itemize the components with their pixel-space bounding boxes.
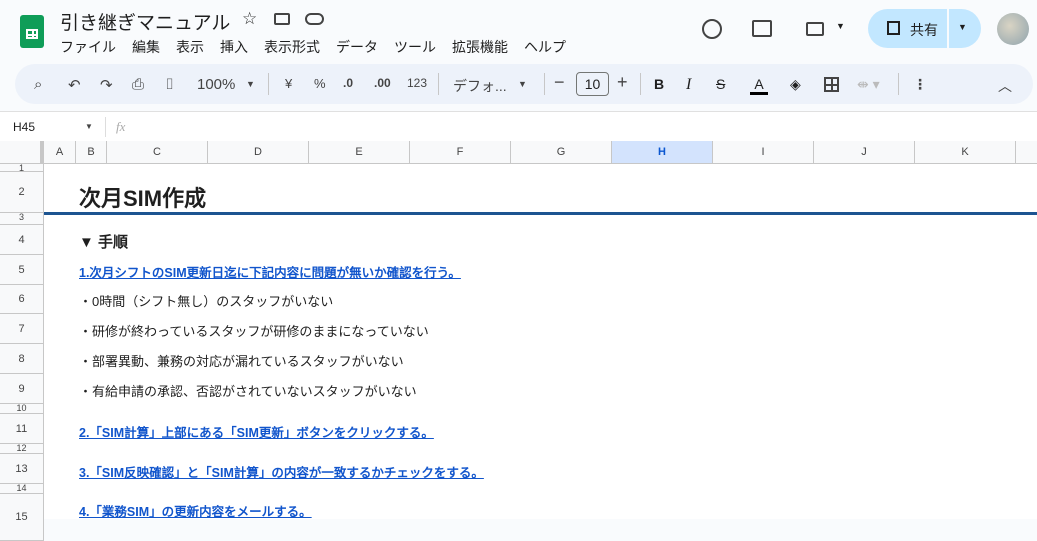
check-item-1: ・0時間（シフト無し）のスタッフがいない xyxy=(79,294,334,309)
column-header-j[interactable]: J xyxy=(814,141,915,164)
strikethrough-button[interactable]: S xyxy=(716,76,725,92)
text-color-button[interactable]: A xyxy=(750,76,768,95)
column-header-f[interactable]: F xyxy=(410,141,511,164)
redo-icon[interactable]: ↷ xyxy=(100,76,113,94)
sheet-heading: 次月SIM作成 xyxy=(79,186,207,211)
row-header-15[interactable]: 15 xyxy=(0,494,44,541)
row-header-3[interactable]: 3 xyxy=(0,213,44,225)
menu-tools[interactable]: ツール xyxy=(394,37,436,57)
menu-format[interactable]: 表示形式 xyxy=(264,37,320,57)
comments-icon[interactable] xyxy=(752,20,772,37)
row-header-9[interactable]: 9 xyxy=(0,374,44,404)
column-header-k[interactable]: K xyxy=(915,141,1016,164)
share-button[interactable]: 共有 ▼ xyxy=(868,9,981,48)
font-dropdown-icon[interactable]: ▼ xyxy=(518,79,527,89)
bold-button[interactable]: B xyxy=(654,76,664,92)
zoom-dropdown-icon[interactable]: ▼ xyxy=(246,79,255,89)
share-dropdown-icon[interactable]: ▼ xyxy=(958,22,967,32)
row-header-13[interactable]: 13 xyxy=(0,454,44,484)
borders-icon[interactable] xyxy=(824,77,839,92)
merge-cells-icon[interactable]: ⇼ ▾ xyxy=(857,76,880,93)
share-label: 共有 xyxy=(910,22,938,38)
menu-insert[interactable]: 挿入 xyxy=(220,37,248,57)
undo-icon[interactable]: ↶ xyxy=(68,76,81,94)
column-header-a[interactable]: A xyxy=(44,141,76,164)
meet-dropdown-icon[interactable]: ▼ xyxy=(836,21,845,31)
menu-edit[interactable]: 編集 xyxy=(132,37,160,57)
increase-font-size-button[interactable]: + xyxy=(617,72,628,93)
column-header-d[interactable]: D xyxy=(208,141,309,164)
select-all-corner[interactable] xyxy=(0,141,44,164)
font-select[interactable]: デフォ... xyxy=(453,76,507,96)
menu-view[interactable]: 表示 xyxy=(176,37,204,57)
fill-color-icon[interactable]: ◈ xyxy=(790,76,801,93)
column-header-h[interactable]: H xyxy=(612,141,713,164)
print-icon[interactable]: ⎙ xyxy=(132,76,144,93)
column-header-b[interactable]: B xyxy=(76,141,107,164)
paint-format-icon[interactable]: ⌷ xyxy=(165,76,174,93)
font-size-input[interactable]: 10 xyxy=(576,72,609,96)
menu-extensions[interactable]: 拡張機能 xyxy=(452,37,508,57)
column-header-i[interactable]: I xyxy=(713,141,814,164)
formula-bar: H45 ▼ fx xyxy=(0,111,1037,141)
column-header-e[interactable]: E xyxy=(309,141,410,164)
column-header-c[interactable]: C xyxy=(107,141,208,164)
sheets-logo[interactable] xyxy=(20,15,44,48)
fx-icon: fx xyxy=(116,119,126,134)
menu-data[interactable]: データ xyxy=(336,37,378,57)
formula-input[interactable] xyxy=(140,117,1030,137)
step-2-link[interactable]: 2.「SIM計算」上部にある「SIM更新」ボタンをクリックする。 xyxy=(79,422,434,441)
percent-format-button[interactable]: % xyxy=(314,76,326,91)
decrease-decimal-button[interactable]: .0 xyxy=(343,76,353,90)
menu-file[interactable]: ファイル xyxy=(60,37,116,57)
cloud-status-icon[interactable] xyxy=(305,13,324,25)
move-folder-icon[interactable] xyxy=(274,13,290,25)
row-header-7[interactable]: 7 xyxy=(0,314,44,344)
column-header-g[interactable]: G xyxy=(511,141,612,164)
row-header-10[interactable]: 10 xyxy=(0,404,44,414)
check-item-4: ・有給申請の承認、否認がされていないスタッフがいない xyxy=(79,384,417,399)
search-menus-icon[interactable]: ⌕ xyxy=(34,76,42,93)
italic-button[interactable]: I xyxy=(686,76,691,94)
menu-bar: ファイル 編集 表示 挿入 表示形式 データ ツール 拡張機能 ヘルプ xyxy=(60,37,582,57)
more-options-icon[interactable]: ⋮ xyxy=(913,76,927,93)
menu-help[interactable]: ヘルプ xyxy=(524,37,566,57)
column-header-l[interactable] xyxy=(1016,141,1037,164)
account-avatar[interactable] xyxy=(997,13,1029,45)
step-3-link[interactable]: 3.「SIM反映確認」と「SIM計算」の内容が一致するかチェックをする。 xyxy=(79,462,484,481)
check-item-3: ・部署異動、兼務の対応が漏れているスタッフがいない xyxy=(79,354,404,369)
step-1-link[interactable]: 1.次月シフトのSIM更新日迄に下記内容に問題が無いか確認を行う。 xyxy=(79,262,461,281)
currency-format-button[interactable]: ¥ xyxy=(285,76,292,91)
star-icon[interactable]: ☆ xyxy=(242,9,257,29)
zoom-select[interactable]: 100% xyxy=(197,76,235,93)
row-header-2[interactable]: 2 xyxy=(0,172,44,213)
meet-icon[interactable] xyxy=(806,22,824,36)
row-header-1[interactable]: 1 xyxy=(0,164,44,173)
row-header-12[interactable]: 12 xyxy=(0,444,44,454)
document-title[interactable]: 引き継ぎマニュアル xyxy=(60,8,230,35)
history-icon[interactable] xyxy=(702,19,722,39)
row-header-8[interactable]: 8 xyxy=(0,344,44,374)
decrease-font-size-button[interactable]: − xyxy=(554,72,565,93)
row-header-14[interactable]: 14 xyxy=(0,484,44,494)
row-header-5[interactable]: 5 xyxy=(0,255,44,285)
number-format-button[interactable]: 123 xyxy=(407,76,427,90)
building-icon xyxy=(887,21,900,35)
increase-decimal-button[interactable]: .00 xyxy=(374,76,391,90)
check-item-2: ・研修が終わっているスタッフが研修のままになっていない xyxy=(79,324,429,339)
section-heading: ▼ 手順 xyxy=(79,234,129,251)
row-header-6[interactable]: 6 xyxy=(0,285,44,314)
collapse-toolbar-icon[interactable]: ︿ xyxy=(998,76,1012,96)
name-box-dropdown-icon[interactable]: ▼ xyxy=(85,122,93,131)
name-box[interactable]: H45 xyxy=(13,120,35,134)
row-header-4[interactable]: 4 xyxy=(0,225,44,255)
step-4-link[interactable]: 4.「業務SIM」の更新内容をメールする。 xyxy=(79,501,312,520)
row-header-11[interactable]: 11 xyxy=(0,414,44,444)
